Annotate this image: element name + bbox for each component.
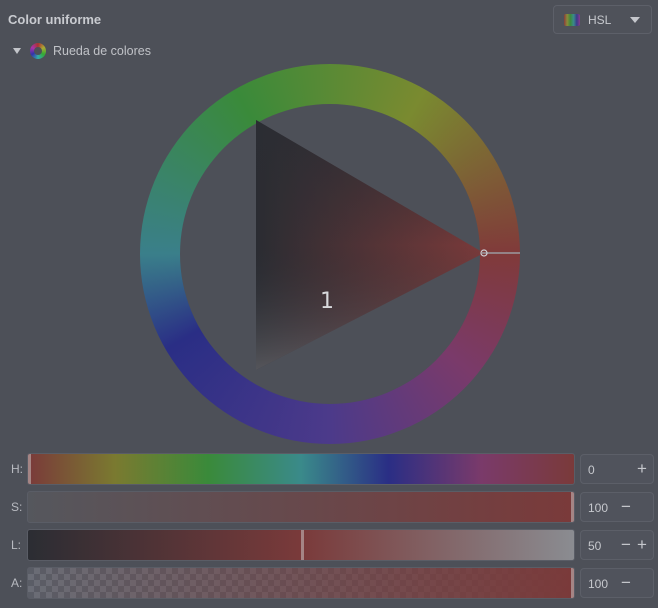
lightness-value[interactable]: 50 [588, 539, 601, 553]
lightness-label: L: [11, 538, 22, 552]
alpha-row: A: 100 − [0, 566, 658, 600]
alpha-slider[interactable] [27, 567, 575, 599]
hue-slider-handle[interactable] [28, 454, 31, 484]
alpha-slider-handle[interactable] [571, 568, 574, 598]
saturation-slider[interactable] [27, 491, 575, 523]
section-label: Rueda de colores [53, 44, 151, 58]
hue-slider[interactable] [27, 453, 575, 485]
panel-title: Color uniforme [8, 12, 102, 27]
saturation-lightness-triangle[interactable] [140, 64, 520, 444]
hue-spinbox[interactable]: 0 + [580, 454, 654, 484]
expander-arrow-icon[interactable] [13, 48, 21, 54]
decrement-button[interactable]: − [619, 497, 633, 517]
saturation-value[interactable]: 100 [588, 501, 608, 515]
alpha-spinbox[interactable]: 100 − [580, 568, 654, 598]
alpha-value[interactable]: 100 [588, 577, 608, 591]
color-model-value: HSL [588, 13, 612, 27]
lightness-slider-handle[interactable] [301, 530, 304, 560]
color-model-select[interactable]: HSL [553, 5, 652, 34]
chevron-down-icon [630, 17, 640, 23]
increment-button[interactable]: + [635, 535, 649, 555]
color-wheel-icon [30, 43, 46, 59]
color-index-label: 1 [320, 289, 334, 314]
hue-value[interactable]: 0 [588, 463, 595, 477]
lightness-slider[interactable] [27, 529, 575, 561]
alpha-gradient [28, 568, 574, 598]
lightness-spinbox[interactable]: 50 − + [580, 530, 654, 560]
saturation-slider-handle[interactable] [571, 492, 574, 522]
hue-label: H: [11, 462, 23, 476]
triangle-shade [256, 120, 484, 370]
saturation-row: S: 100 − [0, 490, 658, 524]
decrement-button[interactable]: − [619, 573, 633, 593]
saturation-spinbox[interactable]: 100 − [580, 492, 654, 522]
color-panel-header: Color uniforme HSL [0, 0, 658, 40]
lightness-row: L: 50 − + [0, 528, 658, 562]
hue-row: H: 0 + [0, 452, 658, 486]
decrement-button[interactable]: − [619, 535, 633, 555]
increment-button[interactable]: + [635, 459, 649, 479]
color-model-icon [564, 14, 580, 26]
alpha-label: A: [11, 576, 23, 590]
saturation-label: S: [11, 500, 23, 514]
